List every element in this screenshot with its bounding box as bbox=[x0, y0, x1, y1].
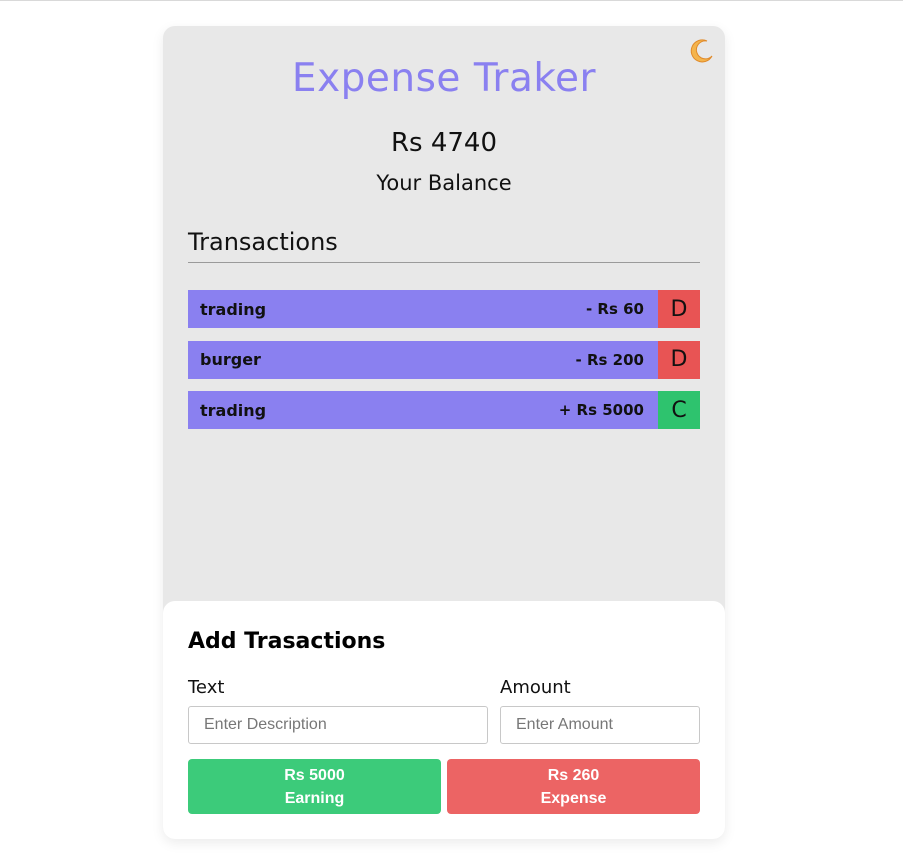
transaction-amount: + Rs 5000 bbox=[558, 401, 644, 419]
balance-label: Your Balance bbox=[376, 171, 512, 195]
expense-label: Expense bbox=[540, 789, 607, 807]
transaction-type-badge[interactable]: D bbox=[658, 290, 700, 328]
transaction-row[interactable]: burger - Rs 200 D bbox=[188, 340, 700, 379]
transaction-text: trading bbox=[200, 400, 267, 420]
transaction-row[interactable]: trading + Rs 5000 C bbox=[188, 391, 700, 429]
transaction-text: trading bbox=[200, 299, 267, 319]
amount-label: Amount bbox=[500, 677, 571, 698]
transaction-type-badge[interactable]: D bbox=[658, 340, 700, 379]
amount-input[interactable] bbox=[500, 706, 700, 744]
text-label: Text bbox=[188, 677, 225, 698]
description-input[interactable] bbox=[188, 706, 488, 744]
transaction-row[interactable]: trading - Rs 60 D bbox=[188, 290, 700, 328]
earning-amount: Rs 5000 bbox=[284, 766, 345, 784]
app-title: Expense Traker bbox=[291, 56, 597, 101]
transactions-heading: Transactions bbox=[188, 228, 700, 263]
balance-amount: Rs 4740 bbox=[390, 128, 498, 158]
form-title: Add Trasactions bbox=[188, 629, 386, 654]
expense-tracker-card: Expense Traker Rs 4740 Your Balance Tran… bbox=[163, 26, 725, 839]
earning-button[interactable]: Rs 5000 Earning bbox=[188, 759, 441, 814]
expense-button[interactable]: Rs 260 Expense bbox=[447, 759, 700, 814]
transaction-amount: - Rs 60 bbox=[585, 300, 644, 318]
earning-label: Earning bbox=[284, 789, 345, 807]
expense-amount: Rs 260 bbox=[547, 766, 600, 784]
transaction-amount: - Rs 200 bbox=[575, 350, 644, 369]
transaction-list: trading - Rs 60 D burger - Rs 200 D trad… bbox=[188, 290, 700, 442]
add-transaction-form: Add Trasactions Text Amount Rs 5000 Earn… bbox=[163, 601, 725, 839]
transaction-text: burger bbox=[200, 350, 261, 369]
transaction-type-badge[interactable]: C bbox=[658, 391, 700, 429]
